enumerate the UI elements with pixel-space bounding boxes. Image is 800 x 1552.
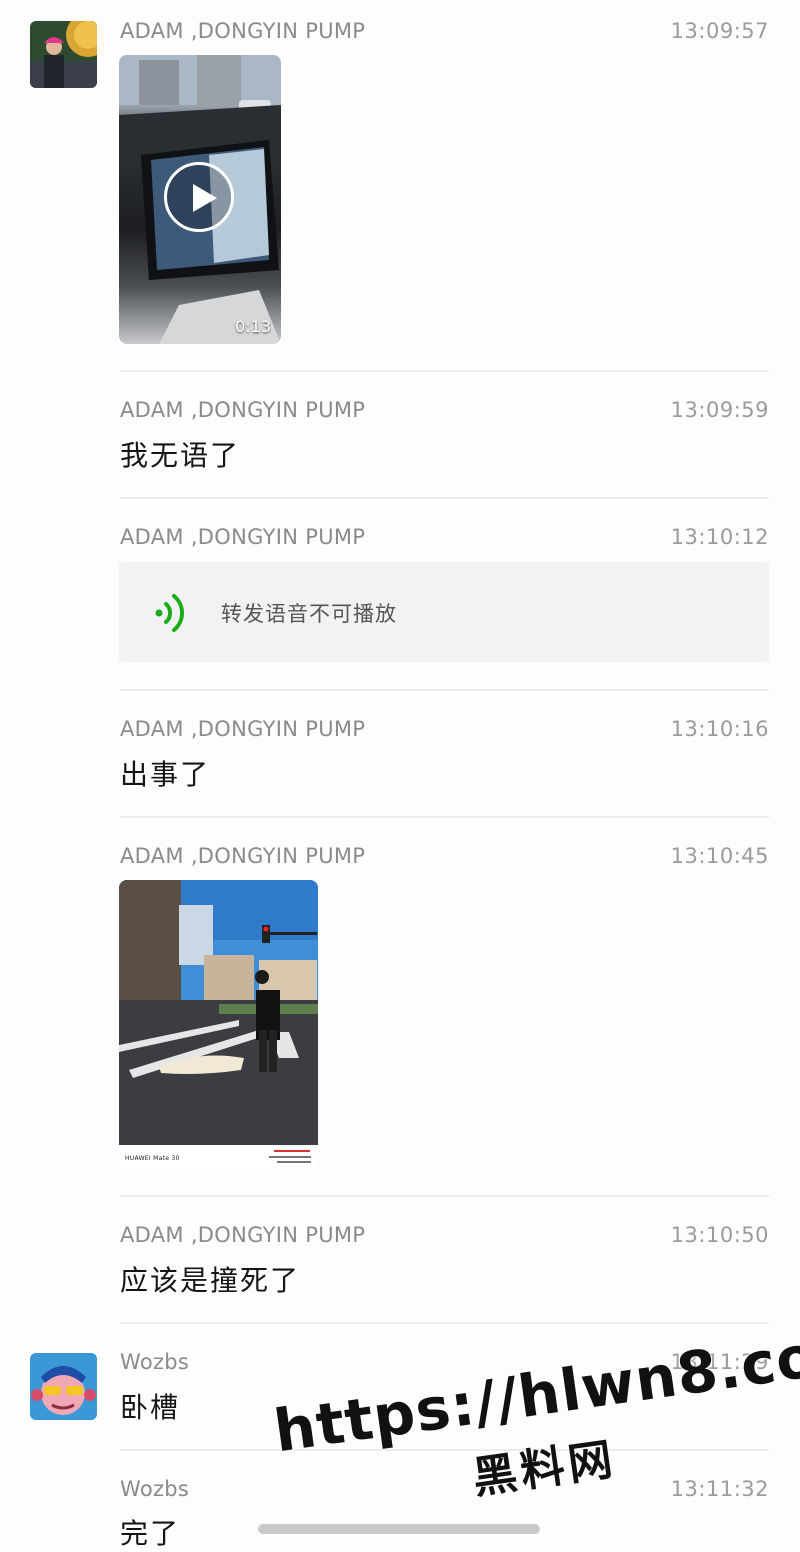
- message-divider: [120, 370, 769, 372]
- message-text: 我无语了: [120, 439, 241, 472]
- message-time: 13:09:59: [670, 398, 769, 422]
- message-time: 13:10:16: [670, 717, 769, 741]
- message-time: 13:10:50: [670, 1223, 769, 1247]
- avatar-adam[interactable]: [30, 21, 97, 88]
- message-sender: ADAM ,DONGYIN PUMP: [120, 19, 366, 43]
- play-icon[interactable]: [164, 162, 234, 232]
- message-text: 卧槽: [120, 1391, 181, 1424]
- message-text: 出事了: [120, 758, 211, 791]
- message-text: 应该是撞死了: [120, 1264, 301, 1297]
- message-sender: Wozbs: [120, 1477, 190, 1501]
- message-divider: [120, 1449, 769, 1451]
- message-sender: ADAM ,DONGYIN PUMP: [120, 717, 366, 741]
- message-time: 13:09:57: [670, 19, 769, 43]
- message-time: 13:10:45: [670, 844, 769, 868]
- message-divider: [120, 1195, 769, 1197]
- video-message[interactable]: 0:13: [119, 55, 281, 344]
- voice-message[interactable]: 转发语音不可播放: [119, 562, 769, 662]
- image-message[interactable]: HUAWEI Mate 30: [119, 880, 318, 1169]
- voice-status-text: 转发语音不可播放: [221, 602, 397, 626]
- message-time: 13:10:12: [670, 525, 769, 549]
- home-indicator[interactable]: [258, 1524, 540, 1534]
- message-sender: ADAM ,DONGYIN PUMP: [120, 525, 366, 549]
- message-time: 13:11:32: [670, 1477, 769, 1501]
- message-sender: ADAM ,DONGYIN PUMP: [120, 398, 366, 422]
- voice-wave-icon: [155, 594, 185, 632]
- photo-caption: HUAWEI Mate 30: [125, 1155, 180, 1162]
- video-duration: 0:13: [235, 317, 271, 336]
- message-divider: [120, 689, 769, 691]
- message-sender: ADAM ,DONGYIN PUMP: [120, 844, 366, 868]
- avatar-wozbs[interactable]: [30, 1353, 97, 1420]
- message-divider: [120, 816, 769, 818]
- message-sender: Wozbs: [120, 1350, 190, 1374]
- watermark: https://hlwn8.com 黑料网: [270, 1313, 800, 1504]
- message-divider: [120, 497, 769, 499]
- message-sender: ADAM ,DONGYIN PUMP: [120, 1223, 366, 1247]
- message-text: 完了: [120, 1517, 181, 1550]
- message-divider: [120, 1322, 769, 1324]
